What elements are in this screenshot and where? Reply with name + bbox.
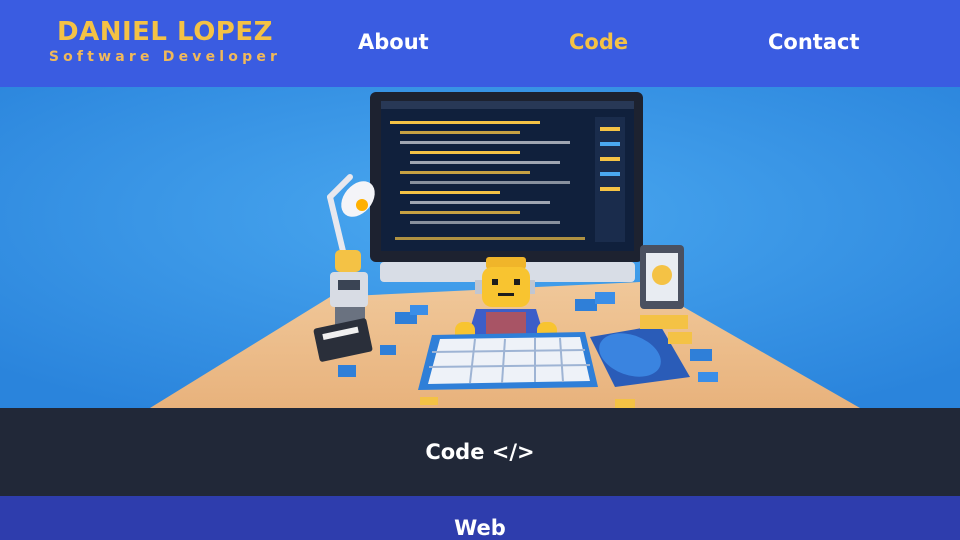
- nav-link-code[interactable]: Code: [569, 30, 628, 54]
- hero-image: [0, 87, 960, 408]
- section-web: Web: [0, 496, 960, 540]
- logo-tagline: Software Developer: [48, 49, 282, 65]
- keyboard-graphic: [418, 332, 598, 390]
- site-logo[interactable]: DANIEL LOPEZ Software Developer: [40, 16, 290, 65]
- lego-developer-illustration: [0, 87, 960, 408]
- nav-link-about[interactable]: About: [358, 30, 429, 54]
- nav-link-contact[interactable]: Contact: [768, 30, 860, 54]
- section-code: Code </>: [0, 408, 960, 496]
- phone-stand-graphic: [640, 245, 684, 309]
- site-header: DANIEL LOPEZ Software Developer About Co…: [0, 0, 960, 87]
- section-title-web: Web: [454, 516, 506, 540]
- logo-name: DANIEL LOPEZ: [57, 17, 273, 47]
- section-title-code: Code </>: [425, 440, 535, 464]
